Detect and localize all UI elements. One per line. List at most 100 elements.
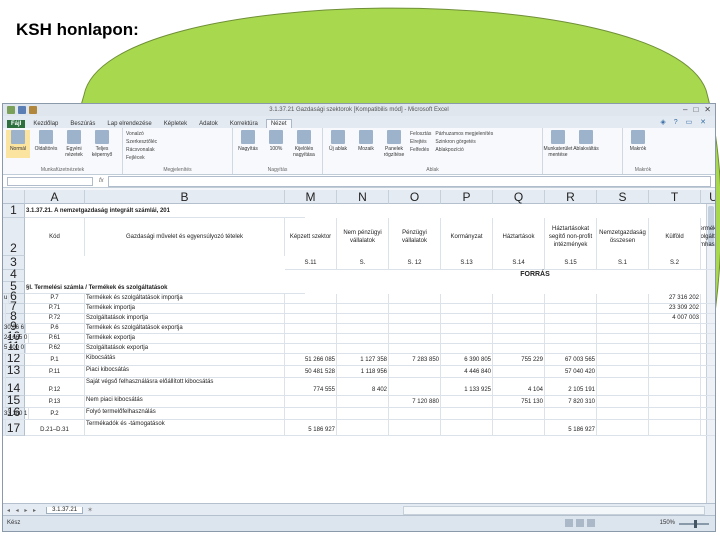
data-cell[interactable] <box>441 344 493 354</box>
tab-review[interactable]: Korrektúra <box>226 120 262 128</box>
tab-home[interactable]: Kezdőlap <box>29 120 62 128</box>
horizontal-scrollbar[interactable] <box>403 506 705 515</box>
data-cell[interactable] <box>545 304 597 314</box>
new-sheet-icon[interactable]: ✶ <box>87 506 93 514</box>
page-layout-view-icon[interactable] <box>576 519 584 527</box>
data-cell[interactable] <box>701 294 715 304</box>
data-cell[interactable]: 774 555 <box>285 378 337 396</box>
data-cell[interactable] <box>649 420 701 436</box>
data-cell[interactable] <box>337 420 389 436</box>
data-cell[interactable] <box>337 344 389 354</box>
row-label[interactable]: Szolgáltatások importja <box>85 314 285 324</box>
data-cell[interactable] <box>389 408 441 420</box>
data-cell[interactable] <box>441 408 493 420</box>
data-cell[interactable]: 24 665 0 <box>3 334 30 344</box>
data-cell[interactable] <box>545 294 597 304</box>
data-cell[interactable] <box>389 304 441 314</box>
data-cell[interactable] <box>337 294 389 304</box>
sector-code[interactable]: S. <box>337 256 389 270</box>
data-cell[interactable] <box>441 396 493 408</box>
row-label[interactable]: Nem piaci kibocsátás <box>85 396 285 408</box>
sector-code[interactable]: S.1 <box>597 256 649 270</box>
tab-insert[interactable]: Beszúrás <box>66 120 99 128</box>
data-cell[interactable] <box>545 314 597 324</box>
data-cell[interactable] <box>441 324 493 334</box>
data-cell[interactable]: 2 105 191 <box>545 378 597 396</box>
data-cell[interactable] <box>389 344 441 354</box>
data-cell[interactable] <box>701 408 715 420</box>
column-header-N[interactable]: N <box>337 190 389 204</box>
data-cell[interactable]: 4 446 840 <box>441 366 493 378</box>
sector-code[interactable]: S. 12 <box>389 256 441 270</box>
split-button[interactable]: Felosztás <box>410 130 431 138</box>
data-cell[interactable] <box>597 354 649 366</box>
data-cell[interactable] <box>389 324 441 334</box>
data-cell[interactable] <box>545 344 597 354</box>
row-code[interactable]: P.72 <box>25 314 85 324</box>
sector-code[interactable]: S.13 <box>441 256 493 270</box>
data-cell[interactable] <box>389 420 441 436</box>
data-cell[interactable] <box>701 366 715 378</box>
tab-file[interactable]: Fájl <box>7 120 26 128</box>
checkbox-ruler[interactable]: Vonalzó <box>126 130 229 138</box>
data-cell[interactable] <box>597 304 649 314</box>
data-cell[interactable] <box>597 334 649 344</box>
column-header-T[interactable]: T <box>649 190 701 204</box>
data-cell[interactable] <box>441 294 493 304</box>
data-cell[interactable] <box>285 396 337 408</box>
data-cell[interactable]: 7 120 880 <box>389 396 441 408</box>
tab-page-layout[interactable]: Lap elrendezése <box>103 120 155 128</box>
tab-view[interactable]: Nézet <box>265 119 292 128</box>
data-cell[interactable]: 5 186 927 <box>285 420 337 436</box>
data-cell[interactable] <box>545 334 597 344</box>
data-cell[interactable]: 23 309 202 <box>649 304 701 314</box>
header-kod[interactable]: Kód <box>25 218 85 256</box>
data-cell[interactable] <box>337 334 389 344</box>
data-cell[interactable] <box>545 408 597 420</box>
data-cell[interactable] <box>597 314 649 324</box>
data-cell[interactable] <box>701 420 715 436</box>
header-sector[interactable]: Nemzetgazdaság összesen <box>597 218 649 256</box>
header-sector[interactable]: Nem pénzügyi vállalatok <box>337 218 389 256</box>
full-screen-button[interactable]: Teljes képernyő <box>90 130 114 158</box>
row-label[interactable]: Termékek importja <box>85 304 285 314</box>
sheet-title-cell[interactable]: 3.1.37.21. A nemzetgazdaság integrált sz… <box>25 204 305 218</box>
data-cell[interactable] <box>649 344 701 354</box>
checkbox-gridlines[interactable]: Rácsvonalak <box>126 146 229 154</box>
sheet-tab-active[interactable]: 3.1.37.21 <box>46 506 84 514</box>
data-cell[interactable] <box>441 420 493 436</box>
column-header-A[interactable]: A <box>25 190 85 204</box>
data-cell[interactable] <box>597 396 649 408</box>
column-header-O[interactable]: O <box>389 190 441 204</box>
row-code[interactable]: D.21–D.31 <box>25 420 85 436</box>
row-label[interactable]: Termékek és szolgáltatások exportja <box>85 324 285 334</box>
data-cell[interactable] <box>597 366 649 378</box>
data-cell[interactable]: 57 040 420 <box>545 366 597 378</box>
data-cell[interactable] <box>337 314 389 324</box>
data-cell[interactable] <box>597 294 649 304</box>
data-cell[interactable] <box>389 334 441 344</box>
name-box[interactable] <box>7 176 93 186</box>
data-cell[interactable] <box>493 366 545 378</box>
data-cell[interactable]: 67 003 565 <box>545 354 597 366</box>
data-cell[interactable] <box>649 396 701 408</box>
data-cell[interactable]: 1 118 956 <box>337 366 389 378</box>
save-workspace-button[interactable]: Munkaterület mentése <box>544 130 572 158</box>
custom-views-button[interactable]: Egyéni nézetek <box>62 130 86 158</box>
column-header-S[interactable]: S <box>597 190 649 204</box>
data-cell[interactable] <box>649 378 701 396</box>
data-cell[interactable] <box>493 324 545 334</box>
data-cell[interactable] <box>701 334 715 344</box>
freeze-panes-button[interactable]: Panelek rögzítése <box>382 130 406 158</box>
close-button[interactable]: ✕ <box>704 105 711 114</box>
row-code[interactable]: P.6 <box>25 324 85 334</box>
data-cell[interactable] <box>3 354 6 366</box>
data-cell[interactable] <box>285 324 337 334</box>
row-label[interactable]: Kibocsátás <box>85 354 285 366</box>
data-cell[interactable] <box>493 420 545 436</box>
page-break-view-icon[interactable] <box>587 519 595 527</box>
data-cell[interactable] <box>597 324 649 334</box>
column-header-R[interactable]: R <box>545 190 597 204</box>
column-header-Q[interactable]: Q <box>493 190 545 204</box>
sector-code[interactable]: S.15 <box>545 256 597 270</box>
